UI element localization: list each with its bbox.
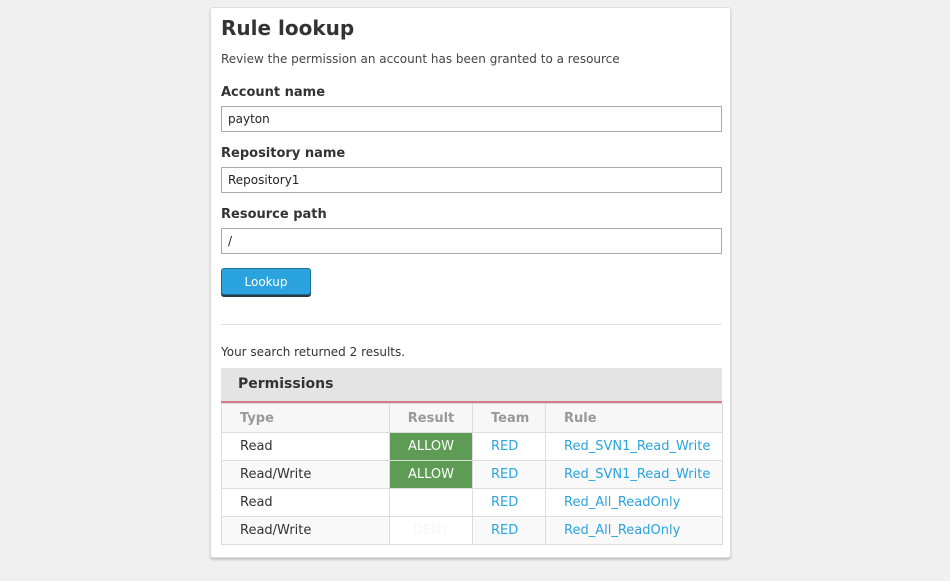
rule-link[interactable]: Red_All_ReadOnly — [564, 495, 680, 510]
account-name-input[interactable] — [221, 106, 722, 132]
table-row: Read/Write ALLOW RED Red_SVN1_Read_Write — [221, 460, 723, 489]
rule-link[interactable]: Red_All_ReadOnly — [564, 523, 680, 538]
table-row: Read/Write DENY RED Red_All_ReadOnly — [221, 516, 723, 545]
table-row: Read ALLOW RED Red_SVN1_Read_Write — [221, 432, 723, 461]
type-cell: Read — [221, 432, 390, 461]
page-subtitle: Review the permission an account has bee… — [221, 52, 620, 66]
team-cell: RED — [472, 432, 546, 461]
resource-path-input[interactable] — [221, 228, 722, 254]
team-link[interactable]: RED — [491, 495, 518, 510]
rule-cell: Red_All_ReadOnly — [545, 488, 723, 517]
result-cell: DENY — [389, 516, 473, 545]
rule-link[interactable]: Red_SVN1_Read_Write — [564, 467, 710, 482]
team-cell: RED — [472, 488, 546, 517]
divider — [221, 324, 722, 325]
permissions-panel: Permissions Type Result Team Rule Read A… — [221, 368, 723, 545]
team-link[interactable]: RED — [491, 523, 518, 538]
account-name-label: Account name — [221, 85, 326, 100]
rule-cell: Red_All_ReadOnly — [545, 516, 723, 545]
team-cell: RED — [472, 460, 546, 489]
team-cell: RED — [472, 516, 546, 545]
table-header-row: Type Result Team Rule — [221, 403, 723, 433]
column-header-rule[interactable]: Rule — [545, 403, 723, 433]
permissions-panel-title: Permissions — [221, 368, 722, 403]
repository-name-label: Repository name — [221, 146, 346, 161]
result-cell: ALLOW — [389, 460, 473, 489]
result-cell: ALLOW — [389, 432, 473, 461]
column-header-team[interactable]: Team — [472, 403, 546, 433]
team-link[interactable]: RED — [491, 439, 518, 454]
table-row: Read RED Red_All_ReadOnly — [221, 488, 723, 517]
rule-lookup-card: Rule lookup Review the permission an acc… — [210, 7, 731, 558]
rule-cell: Red_SVN1_Read_Write — [545, 460, 723, 489]
team-link[interactable]: RED — [491, 467, 518, 482]
result-cell — [389, 488, 473, 517]
type-cell: Read/Write — [221, 460, 390, 489]
repository-name-input[interactable] — [221, 167, 722, 193]
lookup-button[interactable]: Lookup — [221, 268, 311, 295]
column-header-result[interactable]: Result — [389, 403, 473, 433]
type-cell: Read/Write — [221, 516, 390, 545]
permissions-table: Type Result Team Rule Read ALLOW RED Red… — [221, 403, 723, 545]
type-cell: Read — [221, 488, 390, 517]
resource-path-label: Resource path — [221, 207, 327, 222]
rule-link[interactable]: Red_SVN1_Read_Write — [564, 439, 710, 454]
page-title: Rule lookup — [221, 16, 355, 40]
rule-cell: Red_SVN1_Read_Write — [545, 432, 723, 461]
column-header-type[interactable]: Type — [221, 403, 390, 433]
results-summary: Your search returned 2 results. — [221, 345, 406, 359]
